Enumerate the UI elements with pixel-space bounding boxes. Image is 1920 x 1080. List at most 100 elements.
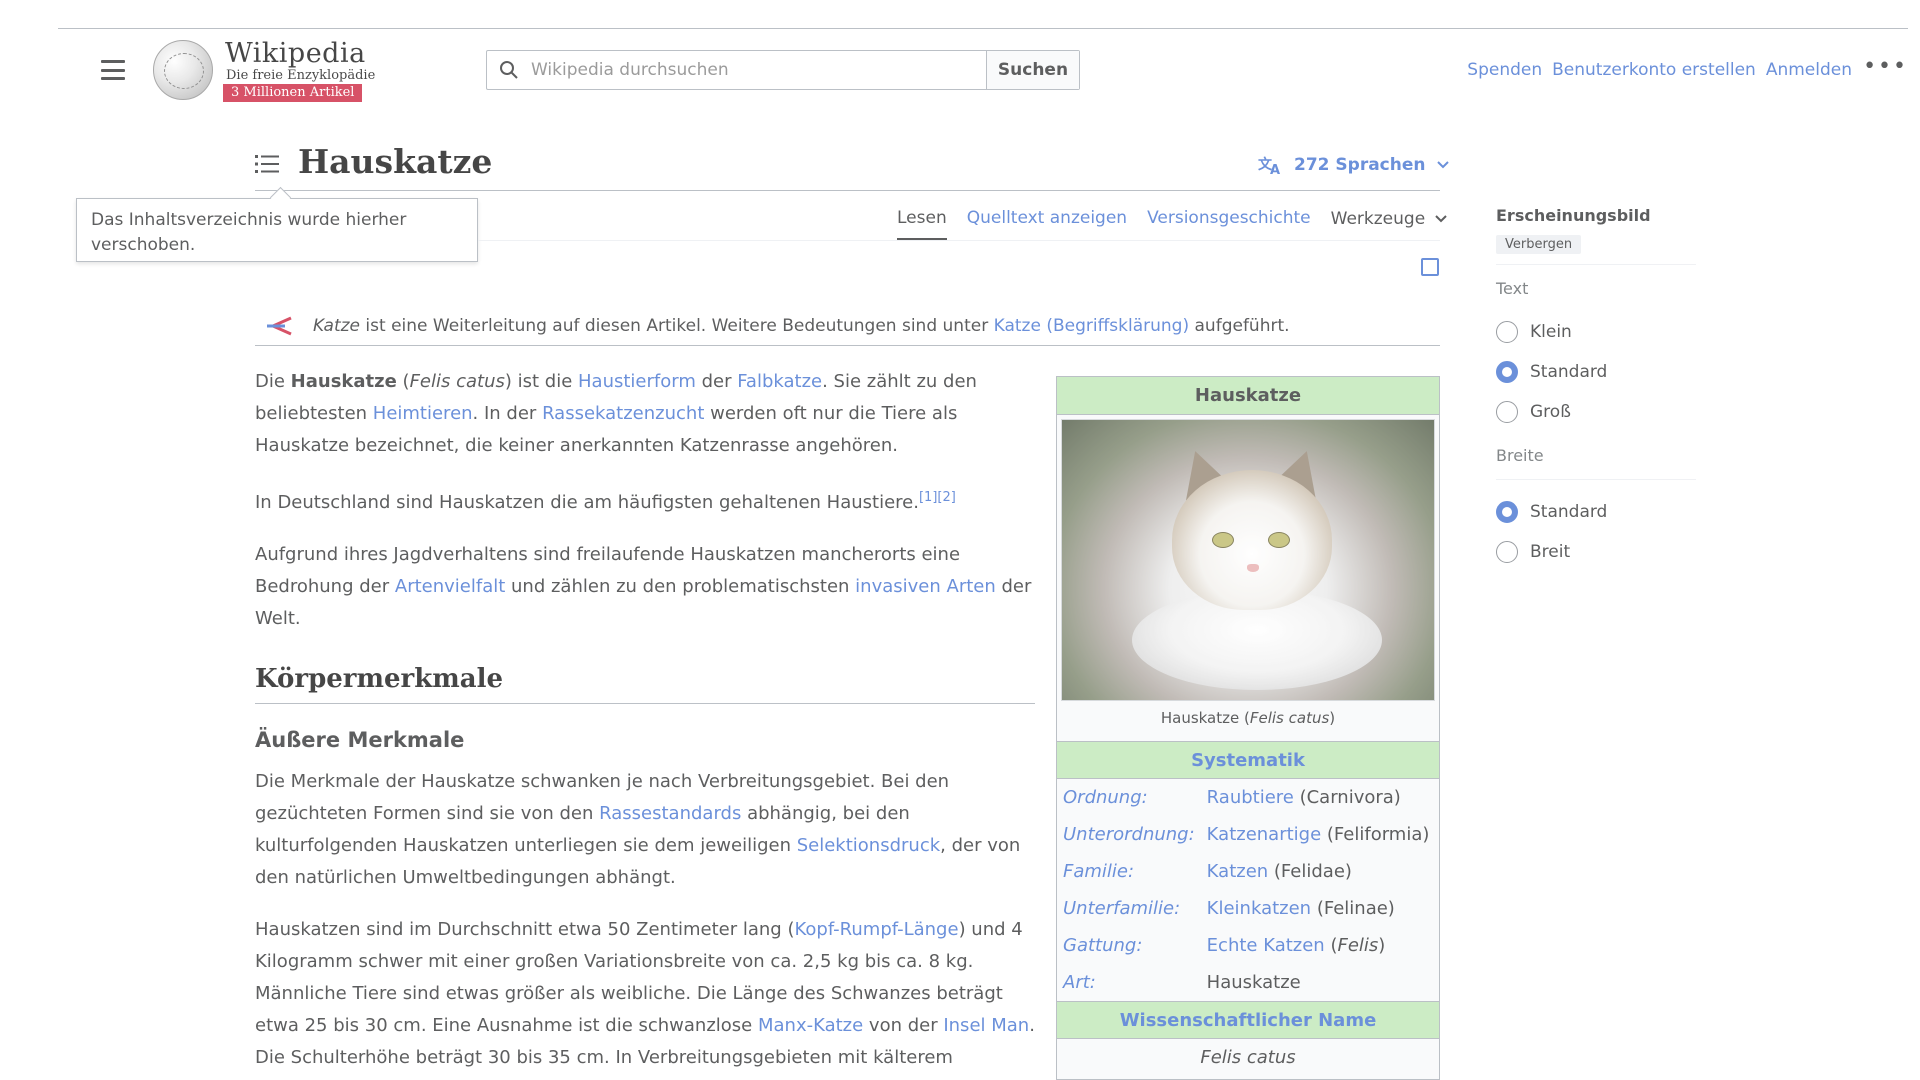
- login-link[interactable]: Anmelden: [1766, 60, 1852, 80]
- table-row: Art: Hauskatze: [1057, 964, 1439, 1001]
- coordinates-icon[interactable]: [1421, 258, 1439, 276]
- link-insel-man[interactable]: Insel Man: [943, 1015, 1029, 1036]
- italic-term: Felis catus: [409, 371, 505, 392]
- text: ): [1329, 709, 1336, 727]
- taxon-value: Hauskatze: [1206, 972, 1301, 993]
- subsection-heading-aeussere-merkmale: Äußere Merkmale: [255, 728, 465, 752]
- link-rassestandards[interactable]: Rassestandards: [599, 803, 741, 824]
- option-label: Groß: [1530, 402, 1571, 422]
- cat-nose: [1247, 564, 1259, 572]
- radio-button[interactable]: [1496, 361, 1518, 383]
- paragraph-intro: Die Hauskatze (Felis catus) ist die Haus…: [255, 366, 1035, 462]
- text: von der: [863, 1015, 944, 1036]
- language-button[interactable]: 文 A 272 Sprachen: [1258, 155, 1450, 175]
- taxon-rank[interactable]: Familie:: [1057, 853, 1201, 890]
- text: . In der: [472, 403, 543, 424]
- option-label: Standard: [1530, 502, 1608, 522]
- taxon-rank[interactable]: Ordnung:: [1057, 779, 1201, 816]
- article-body: Die Hauskatze (Felis catus) ist die Haus…: [255, 366, 1035, 1080]
- radio-button[interactable]: [1496, 401, 1518, 423]
- scientific-name-heading[interactable]: Wissenschaftlicher Name: [1057, 1001, 1439, 1039]
- option-label: Klein: [1530, 322, 1572, 342]
- appearance-title: Erscheinungsbild: [1496, 206, 1651, 225]
- taxon-link[interactable]: Kleinkatzen: [1207, 898, 1311, 919]
- taxon-link[interactable]: Katzenartige: [1207, 824, 1322, 845]
- taxon-link[interactable]: Raubtiere: [1207, 787, 1294, 808]
- hide-appearance-button[interactable]: Verbergen: [1496, 235, 1582, 254]
- logo-badge: 3 Millionen Artikel: [223, 84, 363, 102]
- appearance-panel: Erscheinungsbild Verbergen Text Klein St…: [1496, 206, 1706, 572]
- taxon-rank[interactable]: Gattung:: [1057, 927, 1201, 964]
- tools-menu[interactable]: Werkzeuge: [1331, 208, 1448, 240]
- radio-button[interactable]: [1496, 321, 1518, 343]
- taxonomy-table: Ordnung: Raubtiere (Carnivora) Unterordn…: [1057, 779, 1439, 1001]
- table-of-contents-icon[interactable]: [255, 154, 279, 174]
- search-input[interactable]: [487, 51, 986, 89]
- radio-button[interactable]: [1496, 541, 1518, 563]
- user-links: Spenden Benutzerkonto erstellen Anmelden: [1467, 60, 1852, 80]
- taxon-rank[interactable]: Unterfamilie:: [1057, 890, 1201, 927]
- taxon-rank[interactable]: Unterordnung:: [1057, 816, 1201, 853]
- svg-text:A: A: [1270, 163, 1280, 175]
- tabs-divider: [478, 240, 1440, 241]
- tab-history[interactable]: Versionsgeschichte: [1147, 208, 1311, 240]
- donate-link[interactable]: Spenden: [1467, 60, 1542, 80]
- page-tabs: Lesen Quelltext anzeigen Versionsgeschic…: [897, 208, 1447, 240]
- taxon-rank[interactable]: Art:: [1057, 964, 1201, 1001]
- link-kopf-rumpf-laenge[interactable]: Kopf-Rumpf-Länge: [794, 919, 958, 940]
- search-button[interactable]: Suchen: [986, 51, 1079, 89]
- text-size-small[interactable]: Klein: [1496, 312, 1706, 352]
- table-row: Unterordnung: Katzenartige (Feliformia): [1057, 816, 1439, 853]
- text-size-standard[interactable]: Standard: [1496, 352, 1706, 392]
- systematik-heading[interactable]: Systematik: [1057, 741, 1439, 779]
- link-manx-katze[interactable]: Manx-Katze: [758, 1015, 863, 1036]
- width-standard[interactable]: Standard: [1496, 492, 1706, 532]
- disambiguation-link[interactable]: Katze (Begriffsklärung): [994, 316, 1190, 336]
- bold-term: Hauskatze: [290, 371, 397, 392]
- taxon-value: Katzenartige (Feliformia): [1201, 816, 1439, 853]
- width-wide[interactable]: Breit: [1496, 532, 1706, 572]
- link-falbkatze[interactable]: Falbkatze: [737, 371, 822, 392]
- cat-image[interactable]: [1061, 419, 1435, 701]
- tab-view-source[interactable]: Quelltext anzeigen: [967, 208, 1127, 240]
- table-row: Ordnung: Raubtiere (Carnivora): [1057, 779, 1439, 816]
- text-size-large[interactable]: Groß: [1496, 392, 1706, 432]
- scientific-name: Felis catus: [1200, 1047, 1296, 1068]
- wikipedia-globe-icon: [153, 40, 213, 100]
- option-label: Breit: [1530, 542, 1571, 562]
- main-menu-icon[interactable]: [101, 60, 125, 80]
- paragraph-size: Hauskatzen sind im Durchschnitt etwa 50 …: [255, 914, 1035, 1074]
- taxon-link[interactable]: Echte Katzen: [1207, 935, 1325, 956]
- wikipedia-logo[interactable]: Wikipedia Die freie Enzyklopädie 3 Milli…: [153, 38, 393, 102]
- text: Hauskatze (: [1160, 709, 1250, 727]
- text: (Felinae): [1311, 898, 1395, 919]
- more-options-icon[interactable]: •••: [1863, 54, 1908, 79]
- language-count: 272 Sprachen: [1294, 155, 1426, 175]
- cat-face: [1172, 470, 1332, 610]
- reference-links[interactable]: [1][2]: [919, 490, 956, 505]
- text: Die: [255, 371, 291, 392]
- table-row: Gattung: Echte Katzen (Felis): [1057, 927, 1439, 964]
- tab-read[interactable]: Lesen: [897, 208, 947, 240]
- link-selektionsdruck[interactable]: Selektionsdruck: [797, 835, 940, 856]
- text: Felis catus: [1249, 709, 1330, 727]
- chevron-down-icon: [1435, 215, 1447, 223]
- link-heimtieren[interactable]: Heimtieren: [373, 403, 473, 424]
- link-artenvielfalt[interactable]: Artenvielfalt: [395, 576, 505, 597]
- hatnote: Katze ist eine Weiterleitung auf diesen …: [255, 306, 1440, 346]
- text: (Feliformia): [1321, 824, 1430, 845]
- create-account-link[interactable]: Benutzerkonto erstellen: [1552, 60, 1756, 80]
- paragraph-hunting: Aufgrund ihres Jagdverhaltens sind freil…: [255, 539, 1035, 635]
- link-invasive-arten[interactable]: invasiven Arten: [855, 576, 996, 597]
- link-haustierform[interactable]: Haustierform: [578, 371, 696, 392]
- table-row: Unterfamilie: Kleinkatzen (Felinae): [1057, 890, 1439, 927]
- text: (Felidae): [1268, 861, 1352, 882]
- width-label: Breite: [1496, 446, 1544, 465]
- taxon-value: Katzen (Felidae): [1201, 853, 1439, 890]
- radio-button[interactable]: [1496, 501, 1518, 523]
- text: In Deutschland sind Hauskatzen die am hä…: [255, 492, 919, 513]
- link-rassekatzenzucht[interactable]: Rassekatzenzucht: [542, 403, 704, 424]
- hatnote-term: Katze: [313, 315, 361, 336]
- text: ): [1378, 935, 1386, 956]
- taxon-link[interactable]: Katzen: [1207, 861, 1269, 882]
